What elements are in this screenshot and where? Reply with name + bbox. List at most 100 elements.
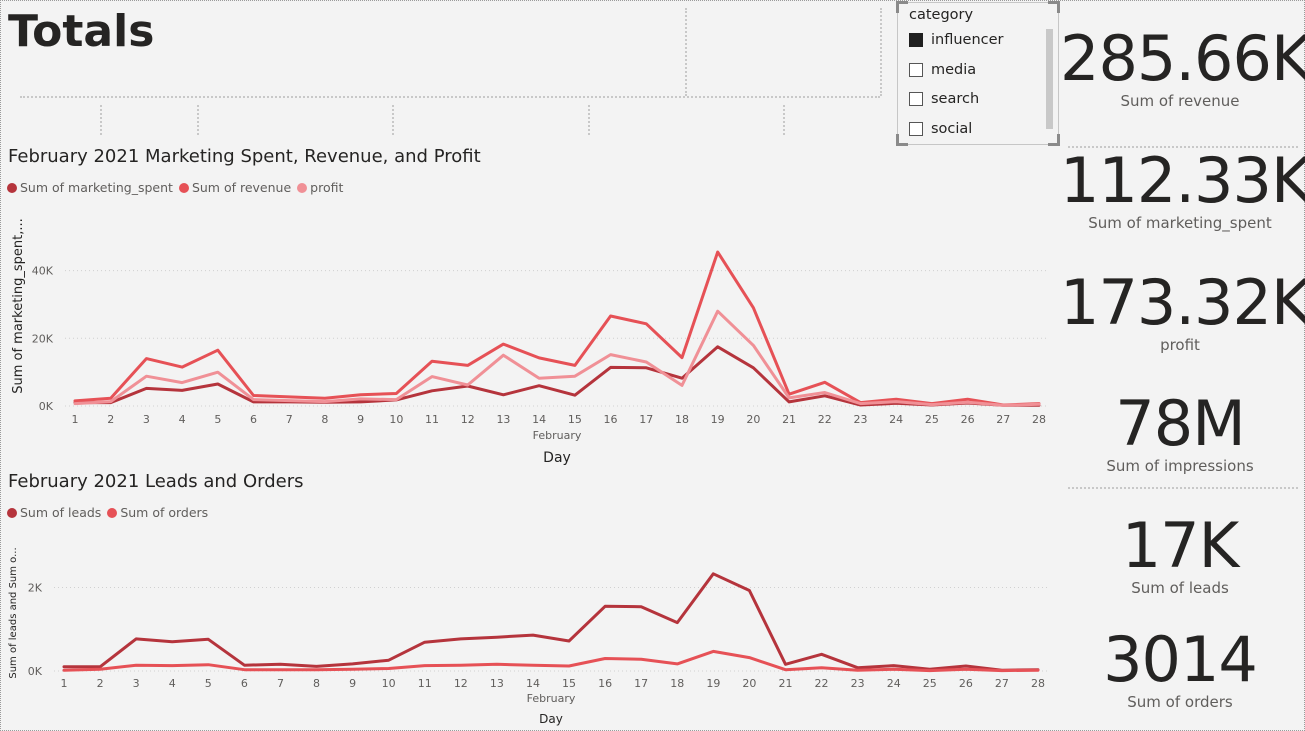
x-tick-label: 2 [97, 677, 104, 690]
x-tick-label: 9 [357, 413, 364, 426]
x-tick-label: 2 [107, 413, 114, 426]
x-tick-label: 28 [1031, 677, 1045, 690]
resize-handle-icon[interactable] [1048, 134, 1060, 146]
slicer-option-label: media [931, 62, 977, 78]
checkbox-icon[interactable] [909, 63, 923, 77]
grid-guide [783, 105, 785, 135]
kpi-value: 173.32K [1060, 266, 1305, 339]
legend-label: Sum of orders [120, 505, 209, 520]
kpi-value: 3014 [1103, 623, 1258, 696]
line-chart-leads[interactable]: 0K2K1 2 3 4 5 6 7 8 9 10 11 12 13 14 15 16 17 18 19 20 21 22 2… [0, 520, 1055, 730]
legend-dot-icon [7, 182, 17, 193]
checkbox-icon[interactable] [909, 92, 923, 106]
x-axis-title: Day [543, 450, 571, 466]
legend-marketing[interactable]: Sum of marketing_spent Sum of revenue prof… [7, 180, 343, 195]
x-axis-title: Day [539, 712, 563, 726]
slicer-option-label: influencer [931, 32, 1004, 48]
kpi-card-revenue[interactable]: 285.66K Sum of revenue [1060, 22, 1305, 111]
grid-guide [880, 8, 882, 96]
x-tick-label: 15 [568, 413, 582, 426]
slicer-option-influencer[interactable]: influencer [909, 32, 1004, 48]
y-tick-label: 0K [28, 665, 43, 678]
x-axis-sublabel: February [533, 429, 582, 442]
series-line-sum-of-orders[interactable] [62, 649, 1040, 673]
slicer-option-label: search [931, 91, 980, 107]
kpi-card-profit[interactable]: 173.32K profit [1060, 266, 1305, 355]
x-tick-label: 24 [889, 413, 903, 426]
legend-item[interactable]: Sum of orders [107, 505, 208, 520]
grid-guide [392, 105, 394, 135]
x-tick-label: 22 [815, 677, 829, 690]
x-tick-label: 20 [746, 413, 760, 426]
x-tick-label: 26 [959, 677, 973, 690]
legend-item[interactable]: Sum of revenue [178, 180, 292, 195]
legend-label: Sum of leads [20, 505, 102, 520]
grid-guide [100, 105, 102, 135]
slicer-option-search[interactable]: search [909, 91, 979, 107]
x-tick-label: 25 [925, 413, 939, 426]
kpi-card-leads[interactable]: 17K Sum of leads [1060, 509, 1300, 598]
legend-item[interactable]: profit [297, 180, 343, 195]
grid-guide [20, 96, 880, 98]
x-tick-label: 20 [742, 677, 756, 690]
slicer-header: category [909, 7, 974, 23]
kpi-label: Sum of marketing_spent [1088, 214, 1272, 232]
page-title: Totals [8, 6, 155, 57]
x-tick-label: 12 [461, 413, 475, 426]
line-chart-marketing[interactable]: 0K20K40K1 2 3 4 5 6 7 8 9 10 11 12 13 14 15 16 17 18 19 20 2… [0, 200, 1055, 495]
series-line-sum-of-revenue[interactable] [73, 250, 1041, 407]
chart-title-marketing: February 2021 Marketing Spent, Revenue, … [8, 146, 481, 167]
kpi-label: Sum of leads [1131, 579, 1229, 597]
kpi-value: 285.66K [1060, 22, 1305, 95]
x-tick-label: 3 [143, 413, 150, 426]
slicer-option-social[interactable]: social [909, 121, 972, 137]
legend-item[interactable]: Sum of leads [7, 505, 101, 520]
x-tick-label: 14 [532, 413, 546, 426]
kpi-card-impressions[interactable]: 78M Sum of impressions [1060, 393, 1300, 476]
x-tick-label: 10 [389, 413, 403, 426]
resize-handle-icon[interactable] [896, 134, 908, 146]
legend-label: Sum of revenue [191, 180, 292, 195]
x-tick-label: 15 [562, 677, 576, 690]
series-line-sum-of-leads[interactable] [62, 572, 1040, 672]
x-tick-label: 27 [996, 413, 1010, 426]
x-tick-label: 16 [598, 677, 612, 690]
kpi-label: Sum of impressions [1106, 457, 1254, 475]
y-axis-title: Sum of marketing_spent,... [11, 218, 26, 394]
resize-handle-icon[interactable] [896, 1, 908, 13]
x-tick-label: 26 [961, 413, 975, 426]
x-tick-label: 7 [277, 677, 284, 690]
slicer-option-media[interactable]: media [909, 62, 976, 78]
legend-leads[interactable]: Sum of leads Sum of orders [7, 505, 208, 520]
x-tick-label: 18 [675, 413, 689, 426]
legend-item[interactable]: Sum of marketing_spent [7, 180, 173, 195]
kpi-card-orders[interactable]: 3014 Sum of orders [1060, 623, 1300, 712]
x-tick-label: 1 [72, 413, 79, 426]
x-tick-label: 23 [851, 677, 865, 690]
x-tick-label: 17 [634, 677, 648, 690]
grid-guide [685, 8, 687, 96]
resize-handle-icon[interactable] [1048, 1, 1060, 13]
x-tick-label: 16 [604, 413, 618, 426]
x-tick-label: 22 [818, 413, 832, 426]
kpi-card-marketing-spent[interactable]: 112.33K Sum of marketing_spent [1060, 144, 1305, 233]
y-tick-label: 40K [32, 265, 54, 278]
slicer-scrollbar[interactable] [1046, 29, 1053, 129]
x-tick-label: 25 [923, 677, 937, 690]
kpi-value: 17K [1121, 509, 1240, 582]
x-tick-label: 4 [169, 677, 176, 690]
x-tick-label: 5 [214, 413, 221, 426]
checkbox-checked-icon[interactable] [909, 33, 923, 47]
x-tick-label: 18 [670, 677, 684, 690]
x-tick-label: 8 [313, 677, 320, 690]
x-tick-label: 10 [382, 677, 396, 690]
x-tick-label: 19 [706, 677, 720, 690]
checkbox-icon[interactable] [909, 122, 923, 136]
x-tick-label: 13 [490, 677, 504, 690]
kpi-value: 112.33K [1060, 144, 1305, 217]
x-tick-label: 19 [711, 413, 725, 426]
x-tick-label: 7 [286, 413, 293, 426]
y-tick-label: 2K [28, 582, 43, 595]
x-tick-label: 27 [995, 677, 1009, 690]
category-slicer[interactable]: category influencer media search social [896, 1, 1060, 146]
